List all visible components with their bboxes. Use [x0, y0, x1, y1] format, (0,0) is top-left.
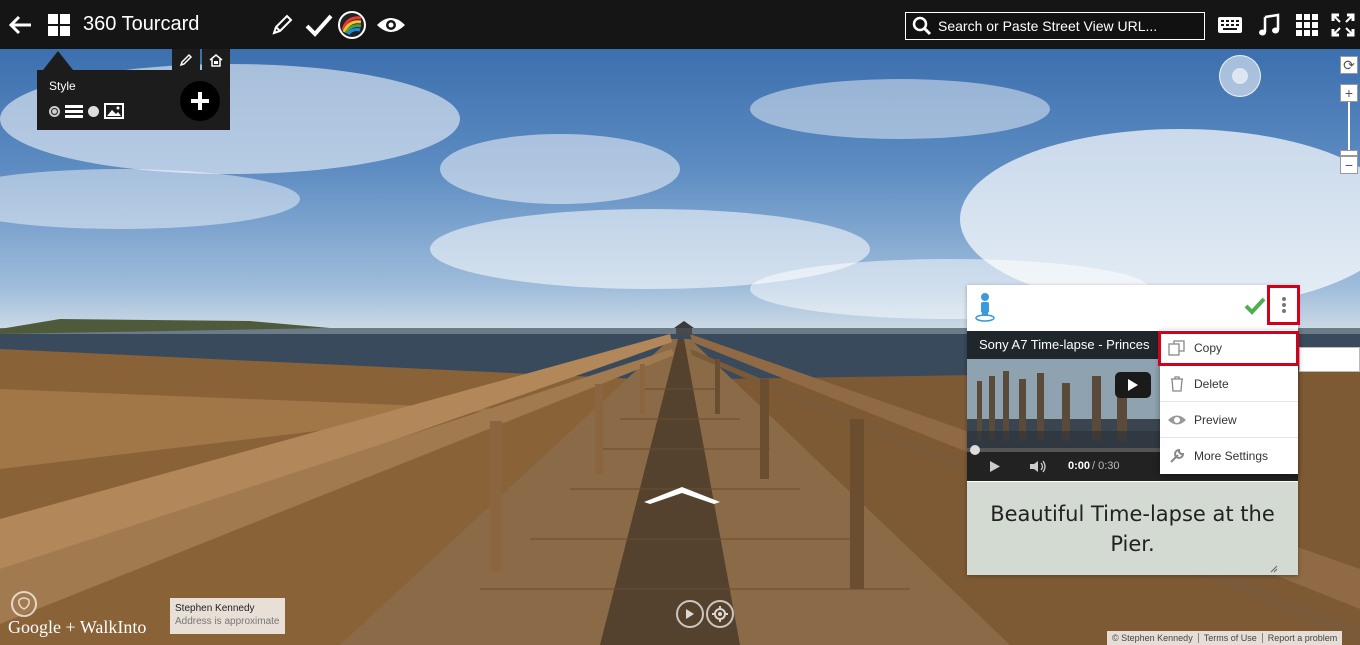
- app-title: 360 Tourcard: [83, 13, 200, 35]
- person-pin-icon[interactable]: [975, 292, 995, 322]
- music-note-icon[interactable]: [1252, 8, 1286, 42]
- menu-item-label: Preview: [1194, 412, 1237, 427]
- volume-icon[interactable]: [1029, 460, 1047, 473]
- style-popup: Style: [37, 51, 230, 130]
- play-small-icon[interactable]: [989, 460, 1001, 473]
- video-play-button[interactable]: [1115, 372, 1151, 398]
- menu-item-label: More Settings: [1194, 449, 1269, 463]
- terms-link[interactable]: Terms of Use: [1197, 633, 1262, 643]
- top-toolbar: 360 Tourcard: [0, 0, 1360, 49]
- trash-icon: [1160, 375, 1194, 392]
- eye-icon: [1160, 414, 1194, 426]
- eye-preview-icon[interactable]: [374, 8, 408, 42]
- caption-text: Beautiful Time-lapse at the Pier.: [990, 501, 1275, 556]
- check-icon[interactable]: [1244, 297, 1266, 315]
- video-time-total: / 0:30: [1092, 460, 1120, 472]
- zoom-control: ⟳ + −: [1340, 56, 1358, 174]
- house-edit-icon: [208, 53, 224, 67]
- search-bar[interactable]: [905, 12, 1205, 40]
- list-style-icon[interactable]: [65, 104, 83, 118]
- address-name: Stephen Kennedy: [175, 603, 255, 614]
- menu-item-delete[interactable]: Delete: [1160, 366, 1298, 402]
- checkmark-publish-icon[interactable]: [302, 8, 336, 42]
- search-icon: [912, 16, 932, 36]
- address-note: Address is approximate: [175, 616, 280, 627]
- grid-menu-icon[interactable]: [42, 8, 76, 42]
- pencil-icon: [179, 53, 193, 67]
- compass-control[interactable]: [1219, 55, 1261, 97]
- google-walkinto-logo: Google + WalkInto: [8, 617, 147, 637]
- kebab-menu-icon: [1281, 296, 1287, 314]
- style-label: Style: [49, 79, 76, 93]
- radio-unselected-icon[interactable]: [88, 105, 99, 117]
- copyright-text: © Stephen Kennedy: [1112, 633, 1193, 643]
- color-theme-icon[interactable]: [335, 8, 369, 42]
- attribution-bar: © Stephen Kennedy Terms of Use Report a …: [1107, 631, 1343, 645]
- image-style-icon[interactable]: [104, 103, 124, 119]
- edit-tab-button[interactable]: [172, 49, 200, 70]
- play-icon: [1127, 378, 1139, 392]
- scene-tab-button[interactable]: [202, 49, 230, 70]
- plus-icon: [190, 91, 210, 111]
- card-header: [967, 285, 1300, 330]
- resize-handle-icon[interactable]: [1252, 565, 1296, 573]
- back-arrow-icon[interactable]: [4, 8, 38, 42]
- settings-gear-button[interactable]: [706, 600, 734, 628]
- progress-handle[interactable]: [970, 445, 980, 455]
- side-text-field[interactable]: [1299, 347, 1360, 372]
- add-button[interactable]: [180, 81, 220, 121]
- video-title[interactable]: Sony A7 Time-lapse - Princes: [979, 337, 1150, 352]
- zoom-in-button[interactable]: +: [1340, 84, 1358, 102]
- fullscreen-icon[interactable]: [1326, 8, 1360, 42]
- menu-item-more-settings[interactable]: More Settings: [1160, 438, 1298, 474]
- copy-highlight: [1158, 331, 1299, 366]
- radio-selected-icon[interactable]: [49, 105, 60, 117]
- zoom-out-button[interactable]: −: [1340, 156, 1358, 174]
- navigate-forward-arrow[interactable]: [642, 484, 722, 511]
- rotate-icon[interactable]: ⟳: [1340, 56, 1358, 74]
- play-circle-icon: [685, 608, 695, 620]
- zoom-slider-track[interactable]: [1348, 102, 1350, 150]
- autoplay-button[interactable]: [676, 600, 704, 628]
- menu-item-preview[interactable]: Preview: [1160, 402, 1298, 438]
- search-input[interactable]: [938, 18, 1188, 34]
- apps-grid-icon[interactable]: [1290, 8, 1324, 42]
- more-options-button[interactable]: [1267, 285, 1300, 325]
- walkinto-logo-icon: [10, 590, 38, 618]
- gear-icon: [711, 605, 729, 623]
- address-box: Stephen Kennedy Address is approximate: [170, 598, 285, 634]
- wrench-icon: [1160, 448, 1194, 464]
- menu-item-label: Delete: [1194, 376, 1229, 391]
- video-time-current: 0:00: [1068, 460, 1091, 472]
- pencil-edit-icon[interactable]: [265, 8, 299, 42]
- report-problem-link[interactable]: Report a problem: [1261, 633, 1343, 643]
- keyboard-icon[interactable]: [1213, 8, 1247, 42]
- popup-caret: [43, 51, 73, 70]
- card-caption[interactable]: Beautiful Time-lapse at the Pier.: [967, 482, 1298, 575]
